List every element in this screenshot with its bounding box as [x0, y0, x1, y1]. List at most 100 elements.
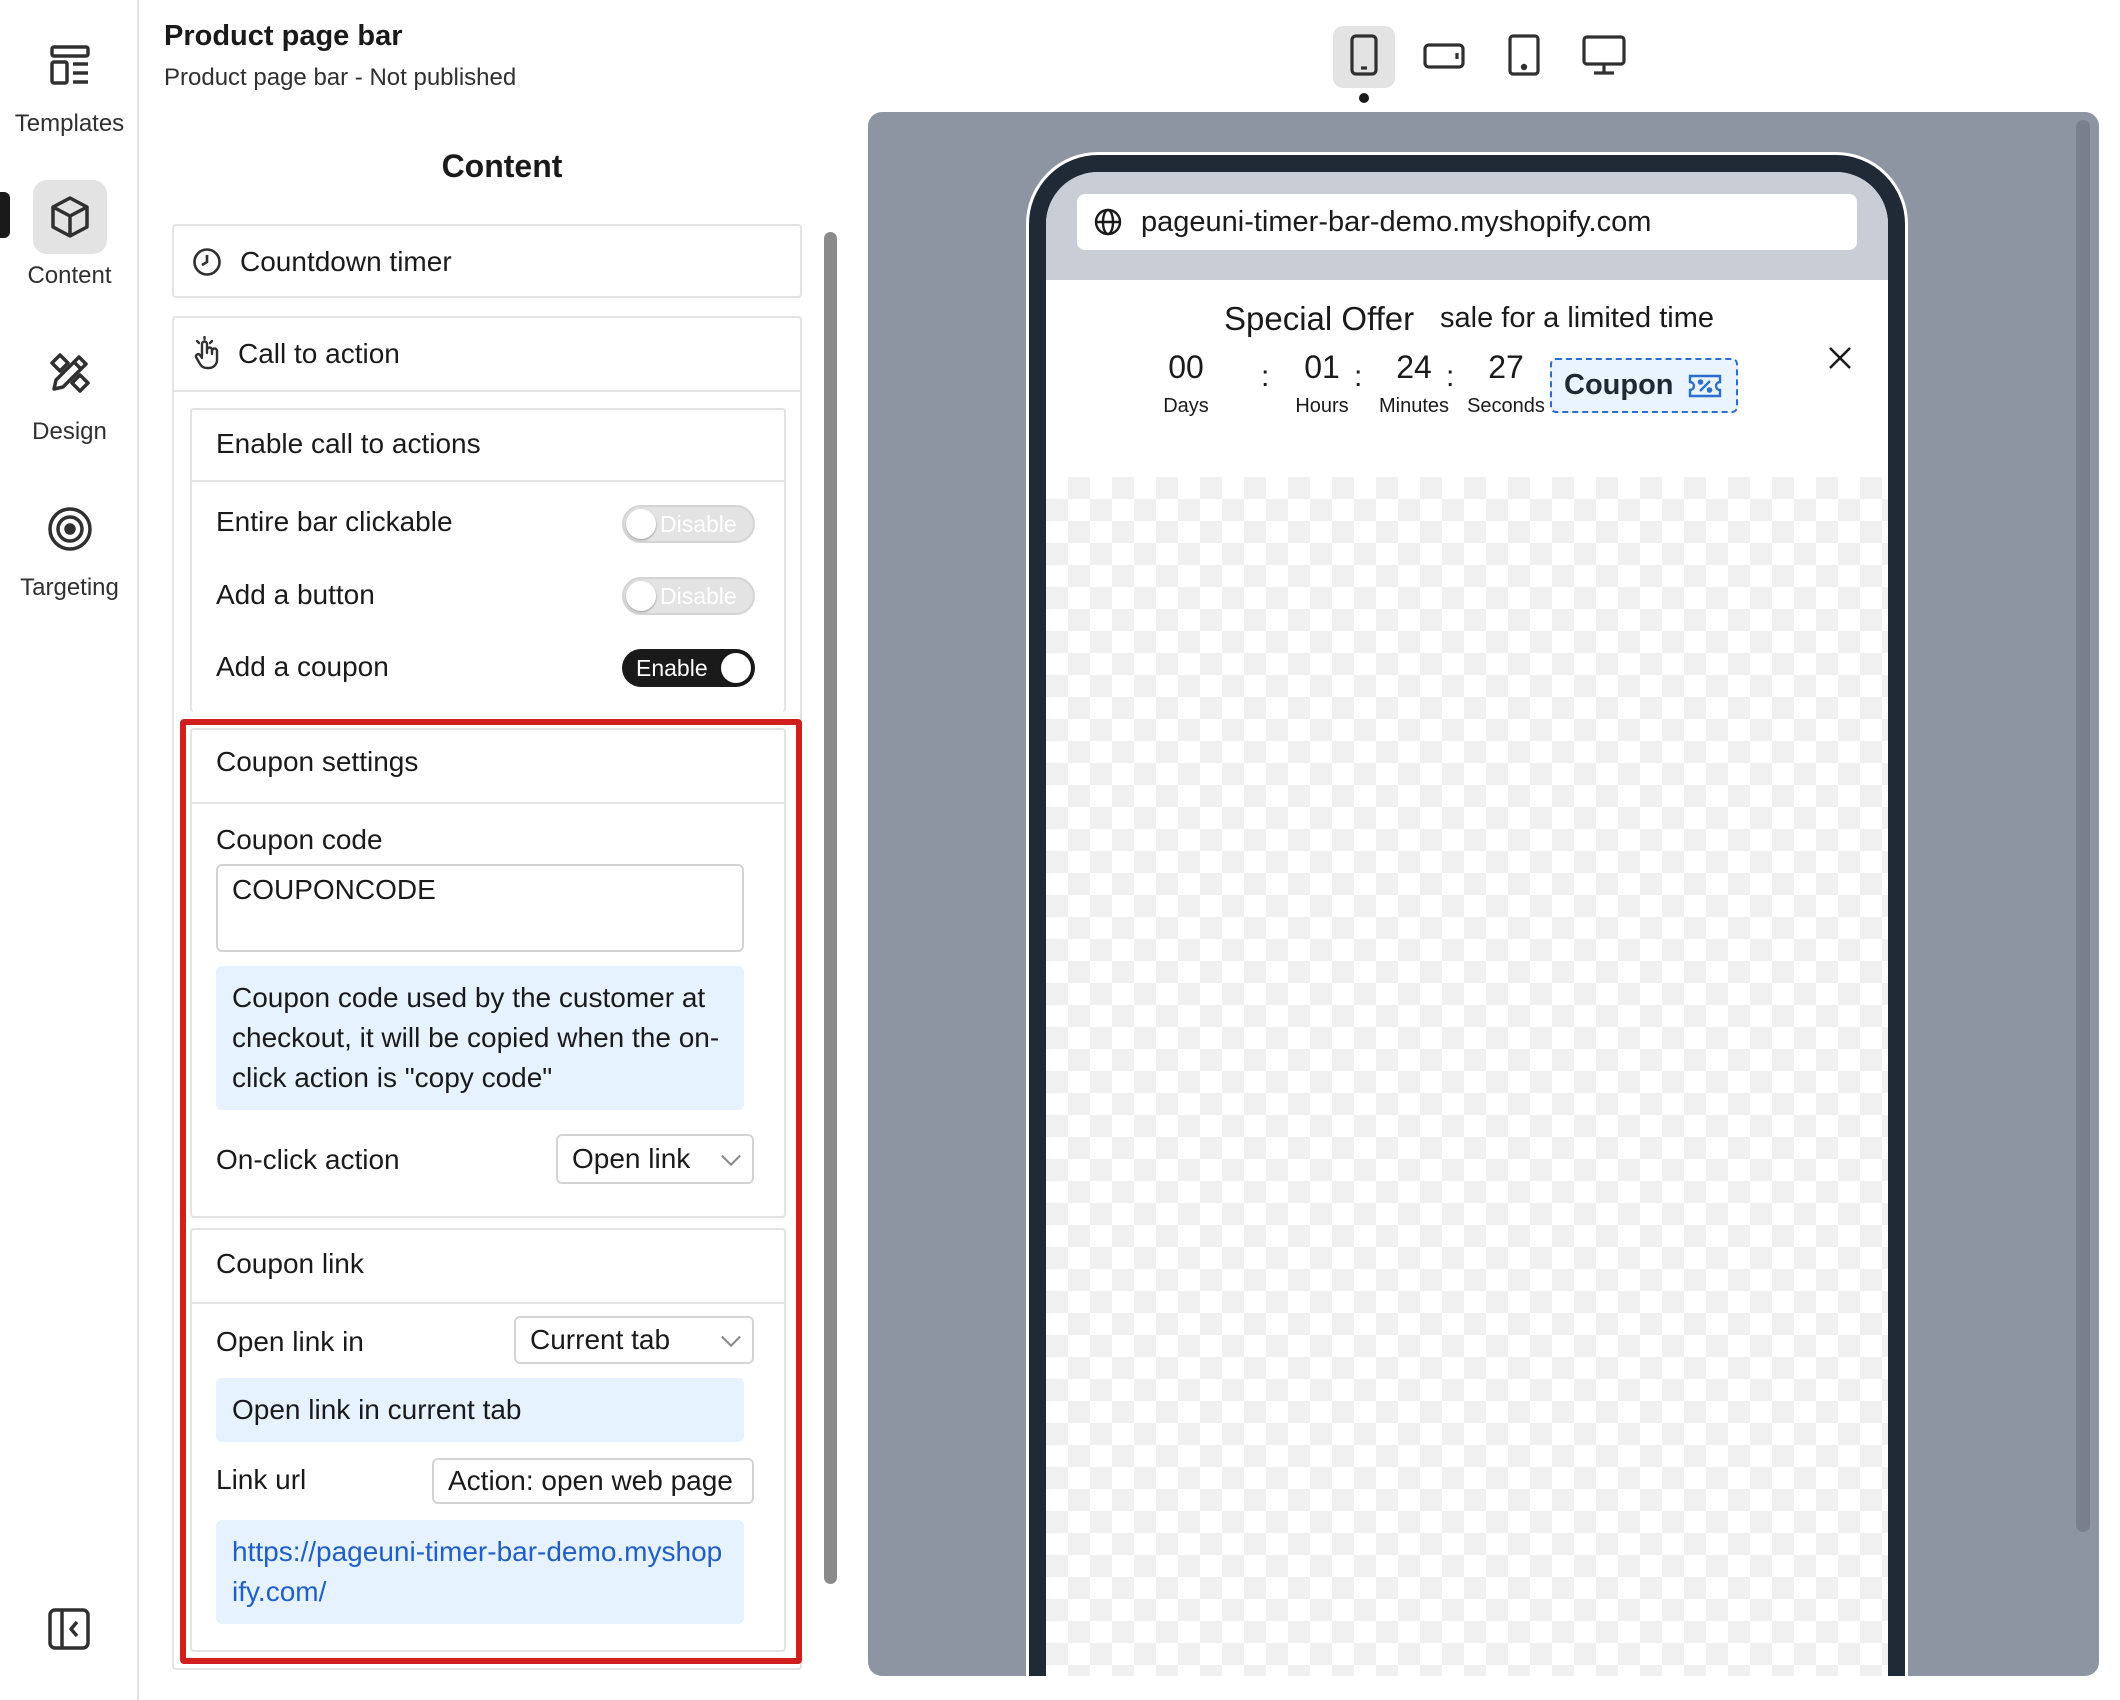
toggle-knob: [721, 653, 751, 683]
toggle-knob: [626, 509, 656, 539]
page-title: Product page bar: [164, 20, 403, 52]
hand-pointer-icon: [190, 335, 224, 375]
divider: [192, 802, 784, 804]
add-coupon-label: Add a coupon: [216, 651, 389, 682]
layout-templates-icon: [33, 28, 107, 102]
open-link-help: Open link in current tab: [216, 1378, 744, 1442]
phone-frame: pageuni-timer-bar-demo.myshopify.com Spe…: [1026, 152, 1908, 1676]
onclick-action-value: Open link: [572, 1143, 691, 1174]
nav-item-content[interactable]: Content: [0, 180, 139, 290]
countdown-timer-accordion[interactable]: Countdown timer: [172, 224, 802, 298]
entire-bar-clickable-toggle[interactable]: Disable: [622, 505, 755, 543]
device-landscape-button[interactable]: [1413, 26, 1475, 88]
sidebar-collapse-button[interactable]: [44, 1606, 94, 1656]
open-link-in-select[interactable]: Current tab: [514, 1316, 754, 1364]
countdown-separator: :: [1354, 360, 1363, 393]
url-text: pageuni-timer-bar-demo.myshopify.com: [1141, 205, 1652, 238]
coupon-settings-title: Coupon settings: [216, 746, 419, 777]
nav-label-content: Content: [27, 262, 112, 289]
page-subtitle: Product page bar - Not published: [164, 64, 517, 91]
countdown-bar: Special Offer sale for a limited time 00…: [1046, 280, 1888, 477]
onclick-action-select[interactable]: Open link: [556, 1134, 754, 1184]
mobile-phone-icon: [1347, 33, 1381, 82]
countdown-separator: :: [1261, 360, 1270, 393]
toggle-state-text: Disable: [660, 510, 737, 537]
divider: [192, 480, 784, 482]
active-device-indicator: [1359, 93, 1369, 103]
onclick-action-label: On-click action: [216, 1144, 400, 1175]
device-mobile-button[interactable]: [1333, 26, 1395, 88]
link-url-action-value: Action: open web page: [448, 1465, 733, 1496]
coupon-button[interactable]: Coupon: [1550, 358, 1738, 413]
coupon-button-label: Coupon: [1564, 369, 1674, 401]
countdown-days-value: 00: [1168, 349, 1204, 385]
desktop-monitor-icon: [1581, 34, 1627, 81]
clock-icon: [192, 247, 222, 282]
countdown-days-unit: Days: [1163, 395, 1209, 417]
tablet-icon: [1505, 33, 1543, 82]
coupon-code-input[interactable]: COUPONCODE: [216, 864, 744, 952]
entire-bar-clickable-label: Entire bar clickable: [216, 506, 453, 537]
countdown-separator: :: [1446, 360, 1455, 393]
phone-screen: pageuni-timer-bar-demo.myshopify.com Spe…: [1046, 172, 1888, 1676]
countdown-timer-label: Countdown timer: [240, 246, 452, 277]
open-link-in-label: Open link in: [216, 1326, 364, 1357]
pen-ruler-icon: [33, 336, 107, 410]
bar-subtitle: sale for a limited time: [1440, 302, 1714, 334]
device-desktop-button[interactable]: [1573, 26, 1635, 88]
coupon-code-value: COUPONCODE: [232, 874, 436, 905]
side-nav: Templates Content Design Targeting: [0, 0, 139, 1700]
coupon-link-title: Coupon link: [216, 1248, 364, 1279]
device-tablet-button[interactable]: [1493, 26, 1555, 88]
countdown-seconds-unit: Seconds: [1467, 395, 1545, 417]
call-to-action-card: Call to action Enable call to actions En…: [172, 316, 802, 1670]
target-icon: [33, 492, 107, 566]
toggle-knob: [626, 581, 656, 611]
chevron-down-icon: [721, 1146, 741, 1167]
content-section-title: Content: [441, 148, 563, 184]
browser-bar: pageuni-timer-bar-demo.myshopify.com: [1046, 172, 1888, 280]
nav-item-targeting[interactable]: Targeting: [0, 492, 139, 602]
nav-label-targeting: Targeting: [20, 574, 119, 601]
page-placeholder-area: [1046, 477, 1888, 1676]
settings-scrollbar[interactable]: [824, 232, 837, 1584]
preview-scrollbar[interactable]: [2076, 120, 2090, 1532]
nav-item-templates[interactable]: Templates: [0, 28, 139, 138]
countdown-hours-value: 01: [1304, 349, 1340, 385]
chevron-down-icon: [721, 1327, 741, 1348]
preview-canvas: pageuni-timer-bar-demo.myshopify.com Spe…: [868, 112, 2099, 1676]
enable-cta-title: Enable call to actions: [216, 428, 481, 459]
sidebar-collapse-icon: [47, 1607, 91, 1656]
coupon-link-card: Coupon link Open link in Current tab Ope…: [190, 1228, 786, 1652]
open-link-in-value: Current tab: [530, 1324, 671, 1355]
app-root: Templates Content Design Targeting Produ…: [0, 0, 2120, 1700]
divider: [174, 390, 800, 392]
nav-label-design: Design: [32, 418, 107, 445]
link-url-label: Link url: [216, 1464, 307, 1495]
cube-icon: [32, 180, 107, 254]
countdown-minutes-value: 24: [1396, 349, 1432, 385]
divider: [192, 1302, 784, 1304]
coupon-ticket-icon: [1688, 373, 1722, 404]
countdown-minutes-unit: Minutes: [1378, 395, 1450, 417]
countdown-hours-unit: Hours: [1295, 395, 1349, 417]
add-coupon-toggle[interactable]: Enable: [622, 649, 755, 687]
coupon-settings-card: Coupon settings Coupon code COUPONCODE C…: [190, 728, 786, 1218]
nav-item-design[interactable]: Design: [0, 336, 139, 446]
add-button-toggle[interactable]: Disable: [622, 577, 755, 615]
www-globe-icon: [1093, 207, 1123, 237]
bar-title: Special Offer: [1224, 300, 1415, 337]
call-to-action-label: Call to action: [238, 338, 400, 369]
url-field[interactable]: pageuni-timer-bar-demo.myshopify.com: [1077, 194, 1857, 250]
coupon-code-label: Coupon code: [216, 824, 383, 855]
enable-cta-card: Enable call to actions Entire bar clicka…: [190, 408, 786, 712]
countdown-seconds-value: 27: [1488, 349, 1524, 385]
toggle-state-text: Enable: [636, 654, 708, 681]
nav-label-templates: Templates: [14, 110, 125, 137]
call-to-action-header[interactable]: Call to action: [174, 318, 800, 390]
link-url-action-select[interactable]: Action: open web page: [432, 1458, 754, 1504]
add-button-label: Add a button: [216, 579, 375, 610]
link-url-value[interactable]: https://pageuni-timer-bar-demo.myshopify…: [216, 1520, 744, 1624]
landscape-phone-icon: [1422, 38, 1466, 77]
close-icon[interactable]: [1826, 344, 1854, 372]
